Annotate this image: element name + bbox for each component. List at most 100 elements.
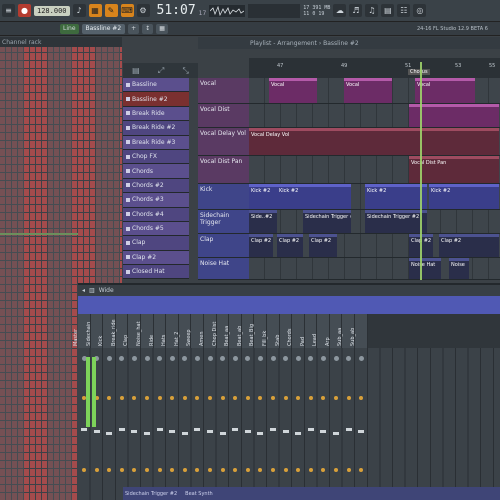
send-knob[interactable]: [220, 468, 225, 472]
record-button[interactable]: ●: [18, 4, 31, 17]
cloud-icon[interactable]: ☁: [333, 4, 347, 17]
tempo-display[interactable]: 128.000: [34, 5, 70, 16]
pattern-list-item[interactable]: Break Ride #3: [123, 135, 189, 150]
collapse-icon[interactable]: ⤡: [182, 66, 188, 76]
playlist-lane[interactable]: Kick #2 Kick #2 Kick #2 Kick #2: [249, 184, 500, 209]
mixer-channel-header[interactable]: Sub_ab: [350, 314, 368, 348]
mixer-icon[interactable]: ☷: [397, 4, 411, 17]
pan-knob[interactable]: [308, 356, 314, 361]
pan-knob[interactable]: [106, 356, 112, 361]
playlist-clip[interactable]: Sidechain Trigger #2: [365, 210, 427, 233]
stereo-separation-knob[interactable]: [334, 396, 338, 400]
volume-fader[interactable]: [282, 430, 289, 433]
volume-fader[interactable]: [81, 428, 87, 431]
stereo-separation-knob[interactable]: [245, 396, 250, 400]
send-knob[interactable]: [170, 468, 175, 472]
send-knob[interactable]: [296, 468, 301, 472]
volume-fader[interactable]: [118, 428, 125, 431]
pan-knob[interactable]: [257, 356, 263, 361]
send-knob[interactable]: [321, 468, 326, 472]
playlist-row-label[interactable]: Sidechain Trigger: [198, 210, 249, 233]
playlist-lane[interactable]: Side..#2 Sidechain Trigger #2 Sidechain Tr…: [249, 210, 500, 233]
playlist-row[interactable]: Sidechain Trigger Side..#2 Sidechain Trigg…: [198, 210, 500, 234]
mixer-layout-icon[interactable]: ▥: [89, 287, 95, 294]
playlist-clip[interactable]: Vocal Delay Vol: [249, 128, 499, 155]
step-edit-icon[interactable]: ⚙: [136, 4, 150, 17]
stereo-separation-knob[interactable]: [208, 396, 212, 400]
volume-fader[interactable]: [194, 428, 201, 431]
playlist-row[interactable]: Clap Clap #2 Clap #2 Clap #2 Clap #2 Clap #2: [198, 234, 500, 258]
pan-knob[interactable]: [157, 356, 163, 361]
volume-fader[interactable]: [257, 432, 264, 435]
playlist-row-label[interactable]: Vocal Dist Pan: [198, 156, 249, 183]
playlist-clip[interactable]: Clap #2: [309, 234, 337, 257]
playlist-clip[interactable]: [409, 104, 499, 127]
stereo-separation-knob[interactable]: [119, 396, 124, 400]
pan-knob[interactable]: [346, 356, 352, 361]
stereo-separation-knob[interactable]: [220, 396, 225, 400]
typing-keyboard-icon[interactable]: ⌨: [120, 4, 134, 17]
grid-tool-icon[interactable]: ▦: [156, 23, 168, 34]
pattern-list-item[interactable]: Break Ride #2: [123, 121, 189, 136]
playlist-clip[interactable]: Clap #2: [249, 234, 273, 257]
stereo-separation-knob[interactable]: [170, 396, 175, 400]
playlist-clip[interactable]: Clap #2: [439, 234, 499, 257]
pattern-song-toggle[interactable]: ▦: [88, 4, 102, 17]
send-knob[interactable]: [119, 468, 124, 472]
volume-fader[interactable]: [144, 432, 150, 435]
pattern-list-item[interactable]: Chords: [123, 164, 189, 179]
send-knob[interactable]: [233, 468, 238, 472]
stereo-separation-knob[interactable]: [308, 396, 313, 400]
stereo-separation-knob[interactable]: [157, 396, 162, 400]
playlist-row[interactable]: Noise Hat Noise Hat Noise: [198, 258, 500, 280]
playlist-clip[interactable]: Kick #2: [365, 184, 427, 209]
pattern-list-item[interactable]: Bassline: [123, 78, 189, 93]
browser-icon[interactable]: ▤: [381, 4, 395, 17]
volume-fader[interactable]: [333, 432, 339, 435]
playlist-row[interactable]: Vocal Dist: [198, 104, 500, 128]
stereo-separation-knob[interactable]: [145, 396, 149, 400]
volume-fader[interactable]: [295, 432, 302, 435]
menu-icon[interactable]: ≡: [2, 4, 15, 17]
playlist-clip[interactable]: Vocal: [415, 78, 475, 103]
playlist-lane[interactable]: Vocal Delay Vol: [249, 128, 500, 155]
stereo-separation-knob[interactable]: [346, 396, 351, 400]
send-knob[interactable]: [107, 468, 112, 472]
playlist-clip[interactable]: Sidechain Trigger #2: [303, 210, 351, 233]
stereo-separation-knob[interactable]: [132, 396, 137, 400]
pan-knob[interactable]: [144, 356, 150, 361]
volume-fader[interactable]: [169, 430, 176, 433]
stereo-separation-knob[interactable]: [182, 396, 187, 400]
expand-icon[interactable]: ⤢: [158, 66, 164, 76]
pan-knob[interactable]: [320, 356, 326, 361]
pattern-list-item[interactable]: Bassline #2: [123, 92, 189, 107]
mixer-arrow-icon[interactable]: ◂: [82, 287, 85, 294]
send-knob[interactable]: [359, 468, 364, 472]
playlist-row[interactable]: Kick Kick #2 Kick #2 Kick #2 Kick #2: [198, 184, 500, 210]
playlist-clip[interactable]: Noise: [449, 258, 469, 279]
pattern-list-item[interactable]: Clap: [123, 236, 189, 251]
pattern-list-item[interactable]: Chords #2: [123, 178, 189, 194]
blend-notes-icon[interactable]: ✎: [104, 4, 118, 17]
volume-fader[interactable]: [320, 430, 327, 433]
mixer-preset[interactable]: Wide: [99, 287, 114, 294]
pattern-selector[interactable]: Bassline #2: [81, 23, 126, 34]
playlist-row[interactable]: Vocal Delay Vol Vocal Delay Vol: [198, 128, 500, 156]
playlist-lane[interactable]: Vocal Vocal Vocal: [249, 78, 500, 103]
pan-knob[interactable]: [232, 356, 238, 361]
stereo-separation-knob[interactable]: [359, 396, 364, 400]
playlist-row-label[interactable]: Clap: [198, 234, 249, 257]
send-knob[interactable]: [334, 468, 338, 472]
volume-fader[interactable]: [156, 428, 163, 431]
playhead[interactable]: [420, 62, 422, 280]
stereo-separation-knob[interactable]: [271, 396, 275, 400]
volume-fader[interactable]: [207, 430, 213, 433]
playlist-clip[interactable]: Noise Hat: [409, 258, 441, 279]
stereo-separation-knob[interactable]: [283, 396, 288, 400]
playlist-clip[interactable]: Vocal: [269, 78, 317, 103]
playlist-lane[interactable]: Vocal Dist Pan: [249, 156, 500, 183]
volume-fader[interactable]: [219, 432, 226, 435]
send-knob[interactable]: [208, 468, 212, 472]
send-knob[interactable]: [145, 468, 149, 472]
pan-knob[interactable]: [119, 356, 125, 361]
